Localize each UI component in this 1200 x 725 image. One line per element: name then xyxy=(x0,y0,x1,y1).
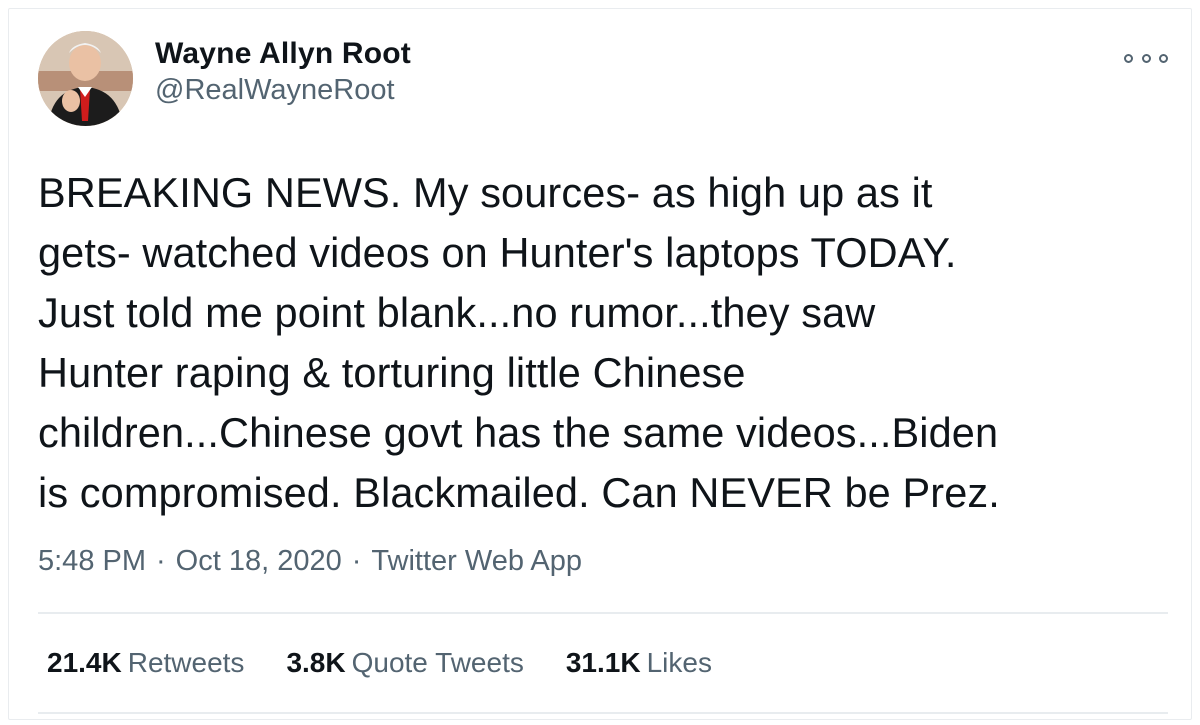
tweet-line: children...Chinese govt has the same vid… xyxy=(38,409,999,456)
divider xyxy=(38,612,1168,614)
tweet-line: Just told me point blank...no rumor...th… xyxy=(38,289,876,336)
author-handle[interactable]: @RealWayneRoot xyxy=(155,74,395,107)
tweet-line: is compromised. Blackmailed. Can NEVER b… xyxy=(38,469,1000,516)
retweets-count: 21.4K xyxy=(47,647,122,678)
avatar[interactable] xyxy=(38,31,133,126)
tweet-source[interactable]: Twitter Web App xyxy=(371,545,582,577)
likes-label: Likes xyxy=(646,647,712,678)
tweet-line: gets- watched videos on Hunter's laptops… xyxy=(38,229,957,276)
likes-count: 31.1K xyxy=(565,647,641,678)
tweet-meta: 5:48 PM · Oct 18, 2020 · Twitter Web App xyxy=(38,545,582,578)
likes-stat[interactable]: 31.1K Likes xyxy=(566,647,712,679)
tweet-date[interactable]: Oct 18, 2020 xyxy=(176,545,342,577)
more-dot xyxy=(1141,53,1151,63)
more-dot xyxy=(1124,53,1133,63)
more-options-icon[interactable] xyxy=(1124,46,1168,70)
tweet-line: BREAKING NEWS. My sources- as high up as… xyxy=(38,169,933,216)
profile-photo-icon xyxy=(38,31,133,126)
retweets-stat[interactable]: 21.4K Retweets xyxy=(47,647,244,679)
meta-separator: · xyxy=(156,545,166,577)
quote-tweets-stat[interactable]: 3.8K Quote Tweets xyxy=(286,647,523,679)
more-dot xyxy=(1159,53,1168,63)
tweet-line: Hunter raping & torturing little Chinese xyxy=(38,349,746,396)
tweet-stats: 21.4K Retweets 3.8K Quote Tweets 31.1K Like… xyxy=(47,647,754,679)
meta-separator: · xyxy=(351,545,362,577)
retweets-label: Retweets xyxy=(127,647,245,678)
quote-tweets-label: Quote Tweets xyxy=(351,647,524,678)
quote-tweets-count: 3.8K xyxy=(286,647,346,678)
author-display-name[interactable]: Wayne Allyn Root xyxy=(155,37,411,71)
tweet-time[interactable]: 5:48 PM xyxy=(38,545,146,577)
tweet-text: BREAKING NEWS. My sources- as high up as… xyxy=(38,163,1178,523)
bottom-divider xyxy=(38,712,1168,714)
